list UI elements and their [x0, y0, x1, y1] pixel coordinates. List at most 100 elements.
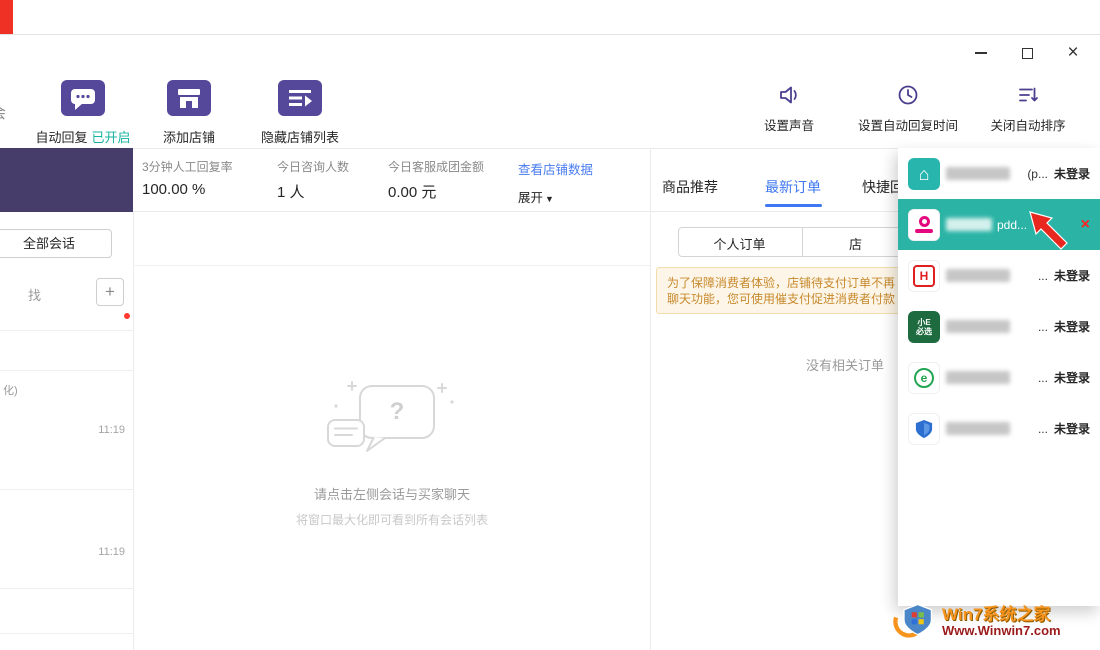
stat-reply-rate-label: 3分钟人工回复率: [142, 158, 233, 175]
shop-icon: [167, 80, 211, 116]
blurred-shop-name: [946, 269, 1010, 282]
stat-group-amount-label: 今日客服成团金额: [388, 158, 484, 175]
login-status: 未登录: [1054, 369, 1090, 386]
chat-header-divider: [133, 265, 650, 266]
shop-name-fragment: ...: [1038, 371, 1048, 385]
stat-reply-rate-value: 100.00 %: [142, 181, 205, 198]
app-window: × 会 自动回复已开启 添加店铺 隐藏店铺列表: [0, 0, 1100, 650]
shop-name-fragment: (p...: [1027, 167, 1048, 181]
hide-shop-list-label: 隐藏店铺列表: [261, 130, 339, 145]
shield-glyph: [915, 419, 933, 439]
shop-name-fragment: pdd...: [997, 218, 1027, 232]
store-label: 小E必选: [914, 318, 934, 336]
close-button[interactable]: ×: [1058, 40, 1088, 66]
add-shop-label: 添加店铺: [163, 130, 215, 145]
watermark-url: Www.Winwin7.com: [942, 623, 1061, 638]
sidebar-header: [0, 148, 133, 212]
red-h-logo-icon: H: [908, 260, 940, 292]
personal-orders-segment[interactable]: 个人订单: [678, 234, 801, 253]
shop-list-item[interactable]: 小E必选 ... 未登录: [898, 301, 1100, 352]
login-status: 未登录: [1054, 165, 1090, 182]
orders-panel-divider: [650, 148, 651, 650]
blurred-shop-name: [946, 422, 1010, 435]
shop-list-item[interactable]: e ... 未登录: [898, 352, 1100, 403]
login-status: 未登录: [1054, 267, 1090, 284]
close-auto-sort-button[interactable]: 关闭自动排序: [958, 84, 1098, 134]
shop-list-item[interactable]: ... 未登录: [898, 403, 1100, 454]
watermark-title: Win7系统之家: [942, 600, 1050, 625]
blurred-shop-name: [946, 218, 992, 231]
stats-divider: [133, 211, 900, 212]
shop-name-fragment: ...: [1038, 269, 1048, 283]
sidebar-divider: [133, 212, 134, 650]
expand-button[interactable]: 展开▼: [518, 187, 554, 206]
tab-product-recommend[interactable]: 商品推荐: [662, 177, 718, 197]
close-shop-button[interactable]: ×: [1081, 217, 1090, 233]
all-sessions-button[interactable]: 全部会话: [0, 229, 112, 258]
active-tab-underline: [765, 204, 822, 207]
blurred-shop-name: [946, 320, 1010, 333]
e-glyph: e: [914, 368, 934, 388]
no-orders-text: 没有相关订单: [780, 355, 910, 374]
minimize-icon: [975, 52, 987, 54]
set-auto-reply-time-label: 设置自动回复时间: [858, 119, 958, 133]
shop-name-fragment: ...: [1038, 422, 1048, 436]
divider: [0, 330, 133, 331]
clock-icon: [896, 84, 920, 106]
maximize-icon: [1022, 48, 1033, 59]
watermark: Win7系统之家 Www.Winwin7.com: [892, 596, 1100, 648]
minimize-button[interactable]: [966, 40, 996, 66]
notification-badge: [124, 313, 130, 319]
shop-orders-segment[interactable]: 店: [849, 234, 862, 253]
list-arrow-icon: [278, 80, 322, 116]
login-status: 未登录: [1054, 318, 1090, 335]
pink-logo-icon: [908, 209, 940, 241]
conversation-list-item[interactable]: 11:19: [0, 489, 133, 588]
blurred-shop-name: [946, 167, 1010, 180]
empty-chat-subhint: 将窗口最大化即可看到所有会话列表: [266, 511, 518, 528]
add-shop-button[interactable]: 添加店铺: [129, 80, 249, 146]
winwin7-logo-icon: [892, 596, 940, 644]
question-mark-icon: ?: [380, 398, 414, 426]
close-icon: ×: [1067, 42, 1078, 64]
view-shop-data-link[interactable]: 查看店铺数据: [518, 159, 593, 178]
conversation-name-fragment: 化): [3, 382, 18, 398]
conversation-time: 11:19: [98, 424, 125, 436]
house-glyph: ⌂: [919, 165, 930, 183]
h-glyph: H: [913, 265, 935, 287]
speaker-icon: [777, 84, 801, 106]
chat-bubble-icon: [61, 80, 105, 116]
green-e-circle-icon: e: [908, 362, 940, 394]
shop-list-item[interactable]: ⌂ (p... 未登录: [898, 148, 1100, 199]
divider: [802, 228, 803, 256]
add-session-button[interactable]: +: [96, 278, 124, 306]
logo-bar: [915, 229, 933, 233]
shop-name-fragment: ...: [1038, 320, 1048, 334]
conversation-list-item[interactable]: 化) 11:19: [0, 370, 133, 489]
teal-house-icon: ⌂: [908, 158, 940, 190]
stat-group-amount-value: 0.00 元: [388, 181, 436, 202]
titlebar-border: [0, 34, 1100, 35]
stat-consult-count-label: 今日咨询人数: [277, 158, 349, 175]
sort-icon: [1016, 84, 1040, 106]
auto-reply-status: 已开启: [92, 130, 131, 145]
annotation-arrow-icon: [1026, 208, 1076, 260]
search-input[interactable]: 找: [28, 285, 41, 304]
expand-label: 展开: [518, 191, 543, 205]
clipped-nav-label: 会: [0, 102, 6, 123]
auto-reply-label: 自动回复: [35, 130, 87, 145]
stat-consult-count-value: 1 人: [277, 181, 305, 202]
blurred-shop-name: [946, 371, 1010, 384]
maximize-button[interactable]: [1012, 40, 1042, 66]
divider: [0, 588, 133, 589]
green-store-icon: 小E必选: [908, 311, 940, 343]
divider: [0, 633, 133, 634]
tab-latest-orders[interactable]: 最新订单: [765, 177, 821, 197]
donut-shape: [919, 216, 930, 227]
hide-shop-list-button[interactable]: 隐藏店铺列表: [240, 80, 360, 146]
login-status: 未登录: [1054, 420, 1090, 437]
auto-reply-button[interactable]: 自动回复已开启: [23, 80, 143, 146]
set-auto-reply-time-button[interactable]: 设置自动回复时间: [838, 84, 978, 134]
blue-shield-icon: [908, 413, 940, 445]
set-sound-label: 设置声音: [764, 119, 814, 133]
